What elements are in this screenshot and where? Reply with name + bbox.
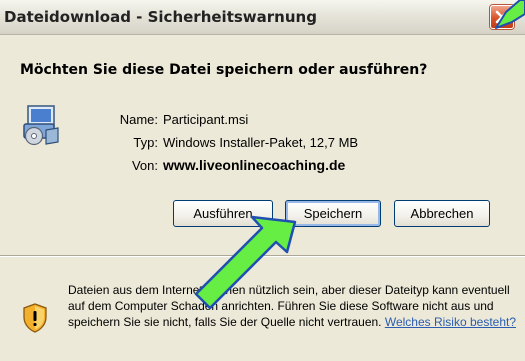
file-name-label: Name: xyxy=(119,112,158,127)
title-bar[interactable]: Dateidownload - Sicherheitswarnung xyxy=(0,0,525,35)
close-button[interactable] xyxy=(490,5,514,29)
section-divider-highlight xyxy=(0,256,525,257)
file-type-label: Typ: xyxy=(133,135,158,150)
dialog-title: Dateidownload - Sicherheitswarnung xyxy=(4,8,317,26)
file-source-value: www.liveonlinecoaching.de xyxy=(163,157,346,173)
run-button[interactable]: Ausführen xyxy=(173,200,273,227)
risk-info-link[interactable]: Welches Risiko besteht? xyxy=(385,315,516,329)
file-type-value: Windows Installer-Paket, 12,7 MB xyxy=(163,135,359,150)
close-icon xyxy=(495,10,509,24)
security-shield-icon xyxy=(23,303,47,333)
cancel-button-label: Abbrechen xyxy=(410,205,474,221)
security-warning: Dateien aus dem Internet können nützlich… xyxy=(68,282,516,330)
save-button[interactable]: Speichern xyxy=(285,200,381,227)
save-button-label: Speichern xyxy=(303,205,363,221)
file-source-label: Von: xyxy=(131,158,158,173)
dialog-heading: Möchten Sie diese Datei speichern oder a… xyxy=(20,62,428,78)
run-button-label: Ausführen xyxy=(193,205,253,221)
file-name-value: Participant.msi xyxy=(163,112,249,127)
installer-package-icon xyxy=(23,105,59,146)
cancel-button[interactable]: Abbrechen xyxy=(394,200,490,227)
